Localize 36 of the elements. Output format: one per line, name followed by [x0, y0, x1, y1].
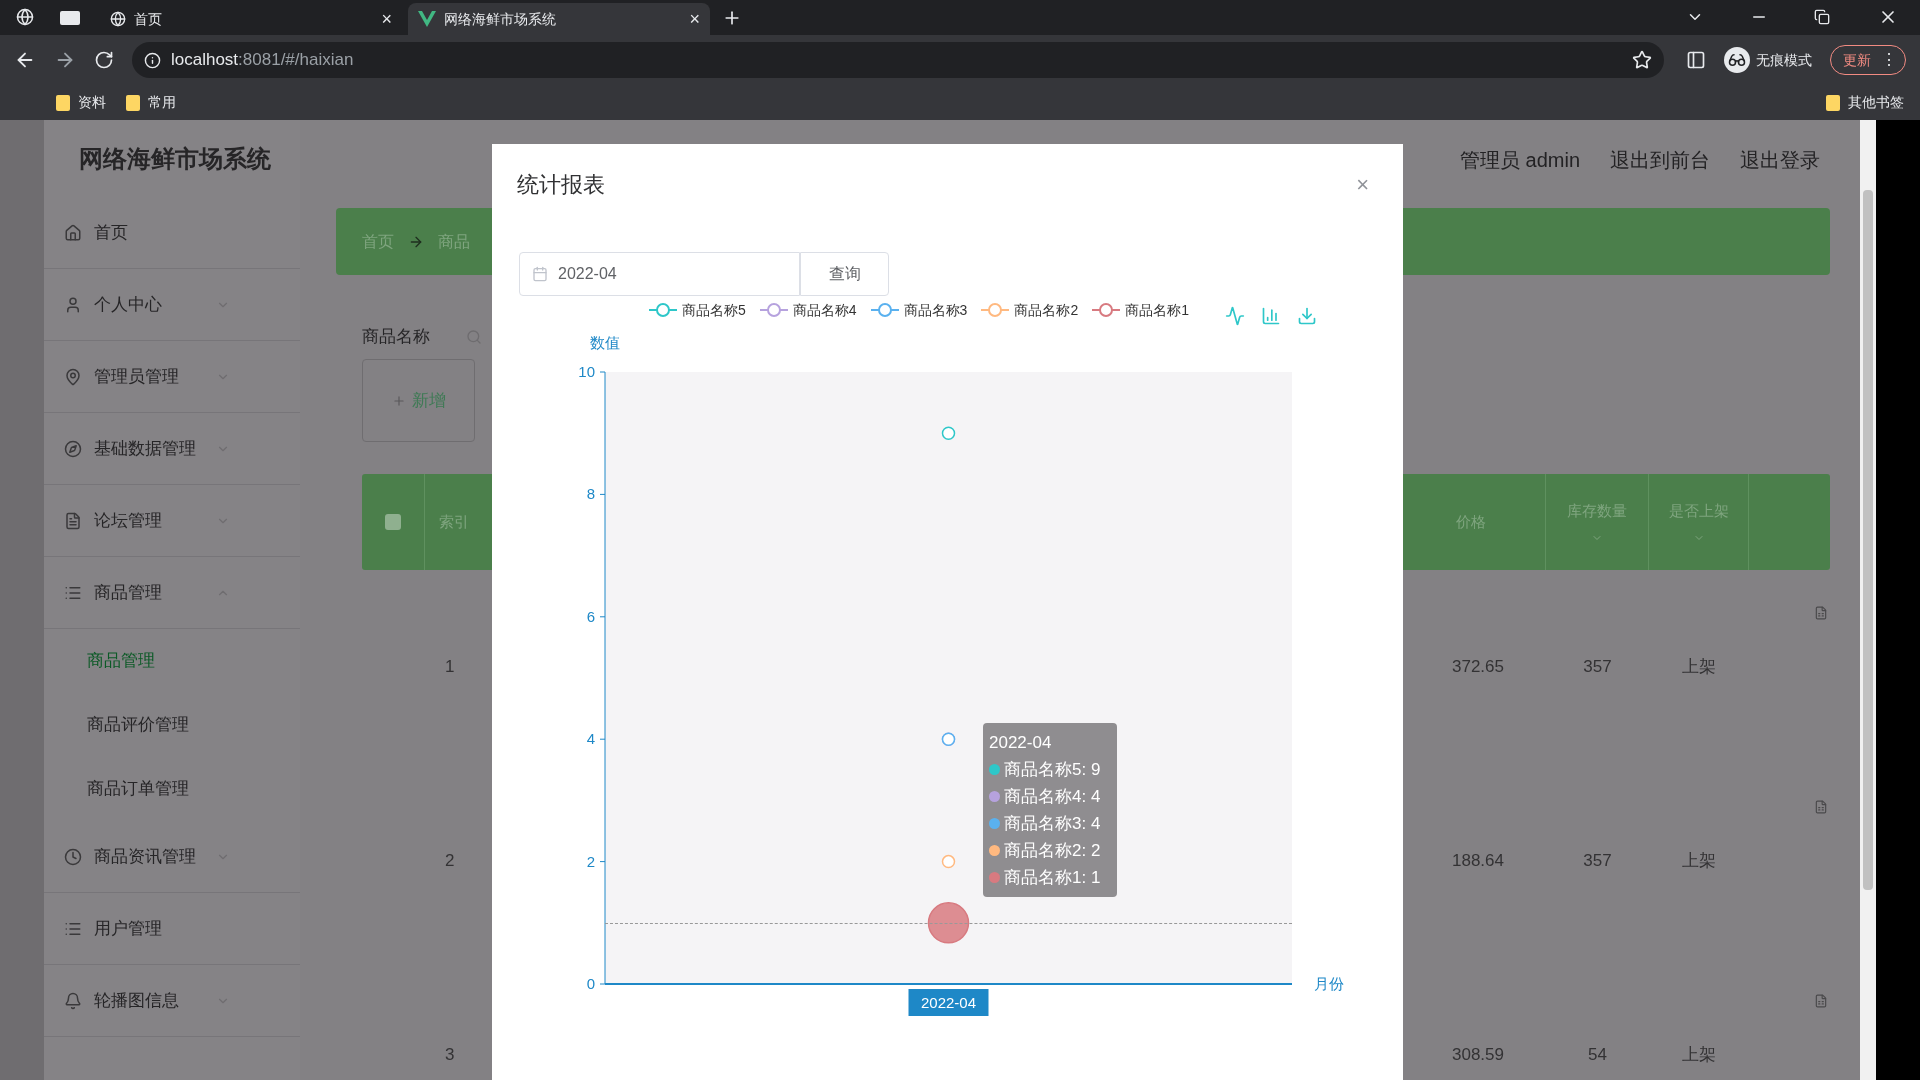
y-tick-label: 0	[586, 975, 595, 992]
table-cell-text: 308.59	[1452, 1044, 1504, 1067]
y-tick-label: 2	[586, 852, 595, 870]
table-cell-text: 54	[1588, 1044, 1607, 1067]
table-cell-text: 2	[445, 850, 455, 873]
dialog-title: 统计报表	[517, 170, 605, 199]
table-cell-text: 372.65	[1452, 656, 1504, 679]
user-label: 管理员 admin	[1459, 148, 1580, 173]
y-tick-label: 10	[578, 363, 595, 380]
profile-label: 无痕模式	[1756, 50, 1812, 70]
y-tick-label: 6	[586, 607, 595, 625]
y-tick-label: 4	[586, 730, 595, 748]
axis-pointer-label: 2022-04	[908, 989, 989, 1016]
tooltip-row-text: 商品名称5: 9	[1004, 759, 1101, 781]
table-cell-text: 上架	[1682, 1044, 1716, 1067]
y-tick-label: 8	[586, 485, 595, 503]
app-title: 网络海鲜市场系统	[78, 143, 272, 174]
search-label: 商品名称	[362, 326, 430, 349]
y-axis-title: 数值	[590, 334, 620, 351]
tooltip-row-text: 商品名称3: 4	[1004, 813, 1101, 835]
tab-title: 网络海鲜市场系统	[444, 9, 557, 29]
x-axis-title: 月份	[1314, 975, 1344, 992]
x-tick-label: 2022-04	[920, 994, 977, 1011]
tooltip-row-text: 商品名称1: 1	[1004, 867, 1101, 889]
table-cell-text: 上架	[1682, 656, 1716, 679]
tooltip-row-text: 商品名称4: 4	[1004, 786, 1101, 808]
table-cell-text: 1	[445, 656, 455, 679]
table-cell-text: 357	[1583, 656, 1612, 679]
table-cell-text: 188.64	[1452, 850, 1504, 873]
tooltip-title: 2022-04	[989, 732, 1053, 754]
table-cell-text: 上架	[1682, 850, 1716, 873]
tooltip-row-text: 商品名称2: 2	[1004, 840, 1101, 862]
tab-title: 首页	[134, 9, 163, 29]
url-text: localhost:8081/#/haixian	[171, 49, 354, 72]
table-cell-text: 3	[445, 1044, 455, 1067]
table-cell-text: 357	[1583, 850, 1612, 873]
